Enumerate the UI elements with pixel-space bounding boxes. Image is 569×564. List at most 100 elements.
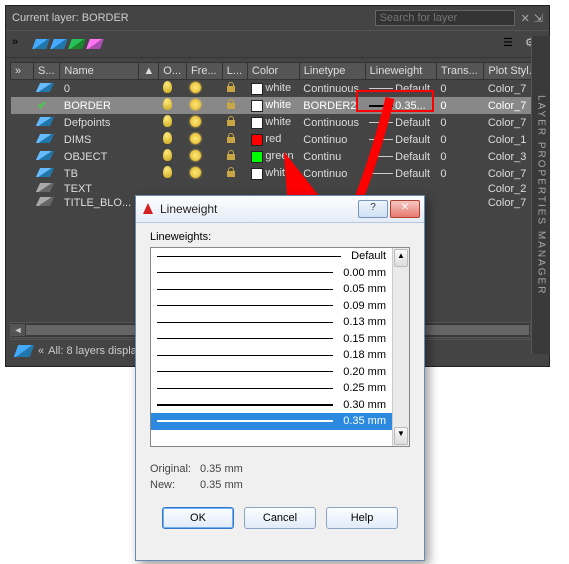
transparency-cell[interactable]: 0	[436, 114, 483, 131]
table-row[interactable]: ✔BORDERwhiteBORDER20.35...0Color_7	[11, 97, 545, 114]
lineweight-list[interactable]: Default 0.00 mm0.05 mm0.09 mm0.13 mm0.15 …	[150, 247, 410, 447]
transparency-cell[interactable]	[436, 196, 483, 210]
list-item[interactable]: Default	[151, 248, 392, 265]
new-layer-icon[interactable]	[32, 39, 50, 49]
table-row[interactable]: TBwhiteContinuoDefault0Color_7	[11, 165, 545, 182]
lock-icon[interactable]	[226, 116, 236, 126]
scroll-up-icon[interactable]: ▲	[394, 249, 408, 267]
list-item[interactable]: 0.35 mm	[151, 413, 392, 430]
transparency-cell[interactable]: 0	[436, 131, 483, 148]
list-item[interactable]: 0.05 mm	[151, 281, 392, 298]
color-swatch[interactable]	[251, 83, 263, 95]
new-layer-vp-icon[interactable]	[50, 39, 68, 49]
col-on[interactable]: O...	[159, 63, 187, 80]
linetype-cell[interactable]: Continuo	[299, 131, 365, 148]
list-item[interactable]: 0.13 mm	[151, 314, 392, 331]
transparency-cell[interactable]	[436, 182, 483, 196]
layer-states-icon[interactable]: ☰	[503, 36, 521, 52]
ok-button[interactable]: OK	[162, 507, 234, 529]
linetype-cell[interactable]: Continuous	[299, 114, 365, 131]
lineweight-cell[interactable]	[365, 182, 436, 196]
lock-icon[interactable]	[226, 82, 236, 92]
cancel-button[interactable]: Cancel	[244, 507, 316, 529]
bulb-icon[interactable]	[163, 98, 172, 110]
lineweight-cell[interactable]: Default	[365, 165, 436, 182]
col-status[interactable]: S...	[34, 63, 60, 80]
lineweight-cell[interactable]: 0.35...	[365, 97, 436, 114]
table-row[interactable]: TEXTColor_2	[11, 182, 545, 196]
close-icon[interactable]: ✕	[521, 12, 530, 25]
dialog-titlebar[interactable]: Lineweight ? ✕	[136, 196, 424, 223]
lineweight-cell[interactable]: Default	[365, 131, 436, 148]
layer-filter-icon[interactable]	[14, 345, 34, 357]
bulb-icon[interactable]	[163, 115, 172, 127]
table-header[interactable]: » S... Name ▲ O... Fre... L... Color Lin…	[11, 63, 545, 80]
linetype-cell[interactable]	[299, 182, 365, 196]
scroll-down-icon[interactable]: ▼	[394, 427, 408, 445]
bulb-icon[interactable]	[163, 81, 172, 93]
list-item[interactable]: 0.30 mm	[151, 397, 392, 414]
lock-icon[interactable]	[226, 99, 236, 109]
search-input[interactable]	[375, 10, 515, 26]
collapse-icon[interactable]: ⇲	[534, 12, 543, 25]
help-button[interactable]: Help	[326, 507, 398, 529]
transparency-cell[interactable]: 0	[436, 80, 483, 98]
col-trans[interactable]: Trans...	[436, 63, 483, 80]
linetype-cell[interactable]: BORDER2	[299, 97, 365, 114]
col-freeze[interactable]: Fre...	[186, 63, 222, 80]
table-row[interactable]: DefpointswhiteContinuousDefault0Color_7	[11, 114, 545, 131]
lock-icon[interactable]	[226, 133, 236, 143]
sun-icon[interactable]	[190, 82, 201, 93]
color-swatch[interactable]	[251, 168, 263, 180]
lineweight-dialog: Lineweight ? ✕ Lineweights: Default0.00 …	[135, 195, 425, 561]
sun-icon[interactable]	[190, 167, 201, 178]
sun-icon[interactable]	[190, 150, 201, 161]
color-swatch[interactable]	[251, 151, 263, 163]
scroll-left-icon[interactable]: ◄	[11, 324, 25, 336]
sun-icon[interactable]	[190, 116, 201, 127]
col-linetype[interactable]: Linetype	[299, 63, 365, 80]
lineweight-cell[interactable]: Default	[365, 80, 436, 98]
linetype-cell[interactable]: Continuous	[299, 80, 365, 98]
linetype-cell[interactable]: Continu	[299, 148, 365, 165]
list-item[interactable]: 0.18 mm	[151, 347, 392, 364]
list-item[interactable]: 0.20 mm	[151, 364, 392, 381]
color-swatch[interactable]	[251, 134, 263, 146]
transparency-cell[interactable]: 0	[436, 148, 483, 165]
bulb-icon[interactable]	[163, 166, 172, 178]
lineweight-cell[interactable]: Default	[365, 114, 436, 131]
col-lock[interactable]: L...	[222, 63, 247, 80]
lock-icon[interactable]	[226, 150, 236, 160]
col-lineweight[interactable]: Lineweight	[365, 63, 436, 80]
table-row[interactable]: DIMSredContinuoDefault0Color_1	[11, 131, 545, 148]
color-swatch[interactable]	[251, 117, 263, 129]
sun-icon[interactable]	[190, 133, 201, 144]
help-icon[interactable]: ?	[358, 200, 388, 218]
lineweight-label: 0.18 mm	[343, 349, 386, 361]
table-row[interactable]: OBJECTgreenContinuDefault0Color_3	[11, 148, 545, 165]
col-name[interactable]: Name	[60, 63, 139, 80]
expand-tree-icon[interactable]: »	[12, 36, 30, 52]
close-icon[interactable]: ✕	[390, 200, 420, 218]
col-color[interactable]: Color	[247, 63, 299, 80]
transparency-cell[interactable]: 0	[436, 165, 483, 182]
lineweight-label: Default	[351, 250, 386, 262]
lineweight-cell[interactable]: Default	[365, 148, 436, 165]
transparency-cell[interactable]: 0	[436, 97, 483, 114]
list-item[interactable]: 0.15 mm	[151, 331, 392, 348]
list-item[interactable]: 0.25 mm	[151, 380, 392, 397]
lock-icon[interactable]	[226, 167, 236, 177]
color-swatch[interactable]	[251, 100, 263, 112]
list-item[interactable]: 0.09 mm	[151, 298, 392, 315]
list-item[interactable]: 0.00 mm	[151, 265, 392, 282]
set-current-icon[interactable]	[86, 39, 104, 49]
original-label: Original:	[150, 461, 200, 477]
delete-layer-icon[interactable]	[68, 39, 86, 49]
layer-table[interactable]: » S... Name ▲ O... Fre... L... Color Lin…	[10, 62, 545, 210]
linetype-cell[interactable]: Continuo	[299, 165, 365, 182]
sun-icon[interactable]	[190, 99, 201, 110]
bulb-icon[interactable]	[163, 132, 172, 144]
bulb-icon[interactable]	[163, 149, 172, 161]
list-scrollbar[interactable]: ▲ ▼	[392, 248, 409, 446]
table-row[interactable]: 0whiteContinuousDefault0Color_7	[11, 80, 545, 98]
